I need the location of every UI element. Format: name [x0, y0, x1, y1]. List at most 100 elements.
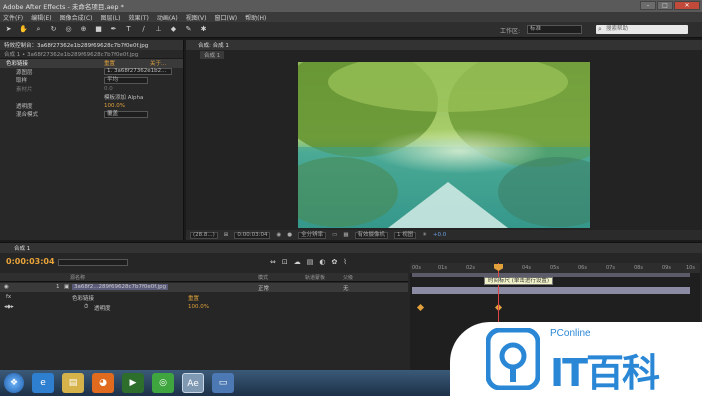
text-tool-icon[interactable]: T: [124, 25, 133, 34]
ruler-tick: 10s: [686, 265, 695, 271]
after-effects-taskbar-button[interactable]: Ae: [182, 373, 204, 393]
start-button-icon[interactable]: ❖: [4, 373, 24, 393]
blend-mode-select[interactable]: 覆盖: [104, 110, 148, 118]
minimize-button[interactable]: –: [640, 1, 656, 10]
firefox-icon[interactable]: ◕: [92, 373, 114, 393]
ruler-tick: 06s: [578, 265, 587, 271]
window-controls: – □ ✕: [640, 1, 700, 10]
exposure-value[interactable]: +0.0: [433, 232, 446, 238]
menu-layer[interactable]: 图层(L): [101, 13, 121, 22]
current-time[interactable]: 0:00:03:04: [6, 257, 55, 266]
timeline-search-input[interactable]: [58, 259, 128, 266]
ruler-tick: 09s: [662, 265, 671, 271]
effect-param-row: 模板添加 Alpha: [0, 93, 183, 102]
layer-mode[interactable]: 正常: [258, 284, 269, 292]
region-of-interest-icon[interactable]: ▭: [332, 232, 337, 238]
opacity-value[interactable]: 100.0%: [104, 103, 125, 109]
param-label: 素材片: [16, 86, 33, 93]
rotate-tool-icon[interactable]: ↻: [49, 25, 58, 34]
brush-tool-icon[interactable]: ∕: [139, 25, 148, 34]
color-channel-icon[interactable]: ●: [287, 232, 292, 238]
menu-edit[interactable]: 编辑(E): [31, 13, 51, 22]
pen-tool-icon[interactable]: ✒: [109, 25, 118, 34]
magnification-select[interactable]: (28.8...): [190, 231, 218, 239]
clone-stamp-tool-icon[interactable]: ⊥: [154, 25, 163, 34]
visibility-icon[interactable]: ◉: [4, 284, 9, 290]
effect-param-row: 取样 平均: [0, 76, 183, 85]
transparency-grid-icon[interactable]: ▦: [343, 232, 348, 238]
source-layer-select[interactable]: 1. 3a68f27362e1b2...: [104, 68, 172, 76]
motion-blur-icon[interactable]: ◐: [319, 258, 325, 266]
zoom-tool-icon[interactable]: ⌕: [34, 25, 43, 34]
close-button[interactable]: ✕: [674, 1, 700, 10]
snapshot-icon[interactable]: ◉: [276, 232, 281, 238]
file-explorer-icon[interactable]: ▤: [62, 373, 84, 393]
layer-parent[interactable]: 无: [343, 284, 349, 292]
composition-viewer[interactable]: [298, 62, 590, 228]
menu-help[interactable]: 帮助(H): [245, 13, 266, 22]
sample-select[interactable]: 平均: [104, 76, 148, 84]
layer-duration-bar[interactable]: [412, 287, 690, 294]
graph-editor-icon[interactable]: ⌇: [343, 258, 346, 266]
timecode-display[interactable]: 0:00:03:04: [234, 231, 271, 239]
window-app-icon[interactable]: ▭: [212, 373, 234, 393]
mini-flowchart-icon[interactable]: ⇔: [270, 258, 276, 266]
time-ruler[interactable]: 00s 01s 02s 03s 04s 05s 06s 07s 08s 09s …: [410, 263, 700, 273]
hand-tool-icon[interactable]: ✋: [19, 25, 28, 34]
selection-tool-icon[interactable]: ➤: [4, 25, 13, 34]
effect-about-link[interactable]: 关于...: [150, 59, 166, 67]
exposure-icon[interactable]: ✳: [422, 232, 427, 238]
search-icon: ⌕: [598, 25, 602, 33]
layer-row[interactable]: ◉ 1 ▣ 3a68f2...289f69628c7b7f0e0f.jpg 正常…: [0, 283, 408, 292]
menu-view[interactable]: 视图(V): [186, 13, 207, 22]
stopwatch-icon[interactable]: ⏱: [84, 304, 88, 311]
brainstorm-icon[interactable]: ✿: [331, 258, 337, 266]
safe-zones-icon[interactable]: ⊞: [224, 232, 229, 238]
menu-composition[interactable]: 图像合成(C): [60, 13, 93, 22]
col-mode: 模式: [258, 275, 269, 281]
eraser-tool-icon[interactable]: ◆: [169, 25, 178, 34]
keyframe-marker[interactable]: [416, 303, 425, 312]
alpha-checkbox-label[interactable]: 模板添加 Alpha: [104, 93, 143, 101]
menu-effect[interactable]: 效果(T): [129, 13, 149, 22]
effect-row[interactable]: fx 色彩链接 重置: [0, 293, 408, 302]
effect-reset-link[interactable]: 重置: [104, 59, 115, 67]
shy-layers-icon[interactable]: ☁: [294, 258, 301, 266]
camera-select[interactable]: 有效摄像机: [354, 231, 389, 239]
green-app-icon[interactable]: ◎: [152, 373, 174, 393]
help-search-input[interactable]: ⌕ 搜索帮助: [596, 25, 688, 34]
media-player-icon[interactable]: ▶: [122, 373, 144, 393]
effect-row-reset[interactable]: 重置: [188, 294, 199, 302]
views-select[interactable]: 1 视图: [394, 231, 417, 239]
rectangle-tool-icon[interactable]: ■: [94, 25, 103, 34]
draft-3d-icon[interactable]: ⊡: [282, 258, 288, 266]
watermark-title: IT百科: [550, 351, 660, 395]
col-parent: 父级: [343, 275, 354, 281]
pan-behind-tool-icon[interactable]: ⊕: [79, 25, 88, 34]
timeline-switches: ⇔ ⊡ ☁ ▤ ◐ ✿ ⌇: [270, 258, 347, 266]
composition-subtab[interactable]: 合成 1: [200, 50, 225, 59]
maximize-button[interactable]: □: [657, 1, 673, 10]
property-value[interactable]: 100.0%: [188, 304, 209, 310]
frame-blending-icon[interactable]: ▤: [307, 258, 314, 266]
menu-file[interactable]: 文件(F): [3, 13, 23, 22]
effect-controls-tab[interactable]: 特效控制台：3a68f27362e1b289f69628c7b7f0e0f.jp…: [0, 40, 183, 50]
menu-animation[interactable]: 动画(A): [157, 13, 178, 22]
layer-name[interactable]: 3a68f2...289f69628c7b7f0e0f.jpg: [72, 284, 169, 290]
ie-browser-icon[interactable]: e: [32, 373, 54, 393]
effect-header-row[interactable]: 色彩链接 重置 关于...: [0, 59, 183, 68]
effect-controls-subtitle: 合成 1 • 3a68f27362e1b289f69628c7b7f0e0f.j…: [0, 50, 183, 59]
keyframe-nav-icon[interactable]: ◂◆▸: [4, 304, 14, 310]
col-trkmat: 轨道蒙板: [305, 275, 326, 281]
resolution-select[interactable]: 全分辨率: [298, 231, 327, 239]
workspace-select[interactable]: 标准: [527, 25, 582, 34]
menu-window[interactable]: 窗口(W): [214, 13, 237, 22]
composition-tab[interactable]: 合成: 合成 1: [186, 40, 702, 50]
effect-controls-panel: 特效控制台：3a68f27362e1b289f69628c7b7f0e0f.jp…: [0, 40, 184, 240]
property-row[interactable]: ◂◆▸ ⏱ 透明度 100.0%: [0, 303, 408, 312]
timeline-tab[interactable]: 合成 1: [0, 243, 702, 253]
clip-value[interactable]: 0.0: [104, 86, 113, 92]
puppet-tool-icon[interactable]: ✱: [199, 25, 208, 34]
roto-brush-tool-icon[interactable]: ✎: [184, 25, 193, 34]
camera-tool-icon[interactable]: ◎: [64, 25, 73, 34]
